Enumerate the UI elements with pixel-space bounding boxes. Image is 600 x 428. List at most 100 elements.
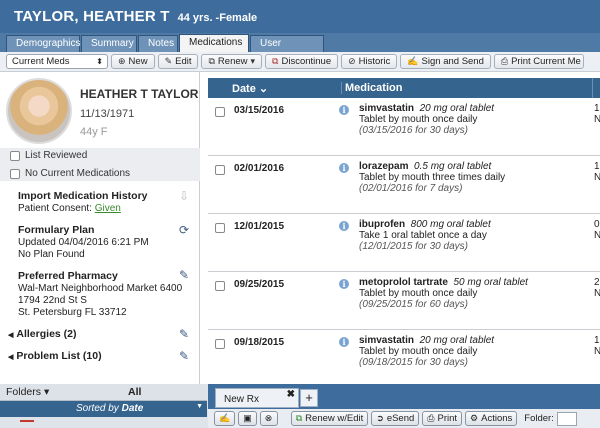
tab-notes[interactable]: Notes <box>138 35 178 52</box>
allergies-label: Allergies (2) <box>16 328 77 340</box>
print-current-button[interactable]: ⎙ Print Current Me <box>493 54 584 69</box>
save-icon: ▣ <box>243 413 252 423</box>
renew-edit-label: Renew w/Edit <box>305 413 364 424</box>
table-row[interactable]: 02/01/2016 i lorazepam 0.5 mg oral table… <box>208 156 600 214</box>
row-checkbox[interactable] <box>215 107 225 117</box>
problem-list-toggle[interactable]: ◀ Problem List (10) <box>8 350 102 362</box>
close-icon[interactable]: ✖ <box>287 389 295 400</box>
renew-icon: ⧉ <box>208 56 215 66</box>
row-date: 09/18/2015 <box>234 337 285 348</box>
chart-tabs: Demographics Summary Notes Medications U… <box>0 33 600 65</box>
row-extra-2: N <box>594 114 600 125</box>
medication-column-header[interactable]: Medication <box>341 82 402 94</box>
list-reviewed-label: List Reviewed <box>25 150 88 161</box>
info-icon[interactable]: i <box>339 337 349 347</box>
add-tab-button[interactable]: + <box>300 389 318 407</box>
edit-button-label: Edit <box>175 56 192 67</box>
row-extra: 1N <box>594 335 600 357</box>
sign-button[interactable]: ✍ <box>214 411 236 426</box>
sort-chevron-icon: ⌄ <box>258 83 269 95</box>
tab-demographics[interactable]: Demographics <box>6 35 80 52</box>
pharmacy-section: Preferred Pharmacy Wal-Mart Neighborhood… <box>18 270 182 319</box>
refresh-icon[interactable]: ⟳ <box>179 223 189 237</box>
printer-icon: ⎙ <box>500 56 509 66</box>
tab-new-rx[interactable]: New Rx ✖ <box>215 388 299 408</box>
save-button[interactable]: ▣ <box>238 411 257 426</box>
sort-label: Sorted by Date <box>76 403 143 414</box>
info-icon[interactable]: i <box>339 279 349 289</box>
all-filter[interactable]: All <box>128 386 141 398</box>
drug-duration: (09/25/2015 for 60 days) <box>359 299 468 310</box>
print-label: Print <box>437 413 458 424</box>
bottom-panel: Folders ▾ All Sorted by Date ▼ New Rx ✖ … <box>0 384 600 428</box>
edit-pharmacy-pencil-icon[interactable]: ✎ <box>179 268 189 282</box>
drug-dose: 20 mg oral tablet <box>419 335 495 346</box>
date-column-header[interactable]: Date ⌄ <box>232 82 268 95</box>
row-checkbox[interactable] <box>215 281 225 291</box>
row-extra-1: 1 <box>594 335 600 346</box>
list-reviewed-checkbox[interactable]: List Reviewed <box>10 150 87 161</box>
consent-link[interactable]: Given <box>95 203 121 214</box>
folders-dropdown[interactable]: Folders ▾ <box>6 386 49 398</box>
sort-bar[interactable]: Sorted by Date ▼ <box>0 401 207 417</box>
new-button[interactable]: ⊕ New <box>111 54 155 69</box>
drug-name: ibuprofen <box>359 219 406 230</box>
print-button[interactable]: ⎙ Print <box>422 411 463 426</box>
drug-name: metoprolol tartrate <box>359 277 448 288</box>
medications-grid: Date ⌄ Medication 03/15/2016 i simvastat… <box>208 78 600 384</box>
checkbox-box[interactable] <box>10 150 20 161</box>
formulary-status: No Plan Found <box>18 249 85 260</box>
allergies-toggle[interactable]: ◀ Allergies (2) <box>8 328 77 340</box>
formulary-title: Formulary Plan <box>18 224 95 236</box>
tab-summary[interactable]: Summary <box>81 35 137 52</box>
edit-button[interactable]: ✎ Edit <box>157 54 199 69</box>
sign-send-button[interactable]: ✍ Sign and Send <box>400 54 491 69</box>
edit-problems-pencil-icon[interactable]: ✎ <box>179 349 189 363</box>
drug-sig: Take 1 oral tablet once a day <box>359 230 487 241</box>
medications-toolbar: Current Meds ⬍ ⊕ New ✎ Edit ⧉ Renew ▾ ⧉ … <box>0 52 600 72</box>
import-icon[interactable]: ⇩ <box>179 189 189 203</box>
row-extra-2: N <box>594 230 600 241</box>
import-history-title: Import Medication History <box>18 190 148 202</box>
rx-pane: New Rx ✖ + ✍ ▣ ⊗ ⧉ Renew w/Edit ➲ eSend ⎙ P… <box>208 384 600 428</box>
info-icon[interactable]: i <box>339 163 349 173</box>
problem-list-label: Problem List (10) <box>16 350 102 362</box>
pharmacy-name: Wal-Mart Neighborhood Market 6400 <box>18 283 183 294</box>
folder-input[interactable] <box>556 411 577 426</box>
row-extra-1: 0 <box>594 219 600 230</box>
table-row[interactable]: 09/18/2015 i simvastatin 20 mg oral tabl… <box>208 330 600 388</box>
row-checkbox[interactable] <box>215 165 225 175</box>
folder-marker <box>20 420 34 428</box>
med-filter-select[interactable]: Current Meds ⬍ <box>6 54 108 69</box>
table-row[interactable]: 12/01/2015 i ibuprofen 800 mg oral table… <box>208 214 600 272</box>
table-row[interactable]: 03/15/2016 i simvastatin 20 mg oral tabl… <box>208 98 600 156</box>
row-checkbox[interactable] <box>215 339 225 349</box>
drug-sig: Tablet by mouth once daily <box>359 288 478 299</box>
actions-button[interactable]: ⚙ Actions <box>465 411 518 426</box>
table-row[interactable]: 09/25/2015 i metoprolol tartrate 50 mg o… <box>208 272 600 330</box>
row-medication: ibuprofen 800 mg oral tablet Take 1 oral… <box>359 219 491 252</box>
discontinue-button[interactable]: ⧉ Discontinue <box>265 54 339 69</box>
checkbox-box[interactable] <box>10 168 20 179</box>
tab-user-defined[interactable]: User Defined <box>250 35 324 65</box>
row-medication: simvastatin 20 mg oral tablet Tablet by … <box>359 335 494 368</box>
drug-duration: (02/01/2016 for 7 days) <box>359 183 463 194</box>
no-current-meds-label: No Current Medications <box>25 168 131 179</box>
drug-sig: Tablet by mouth once daily <box>359 114 478 125</box>
renew-edit-button[interactable]: ⧉ Renew w/Edit <box>290 411 369 426</box>
no-current-meds-checkbox[interactable]: No Current Medications <box>10 168 130 179</box>
row-extra: 1N <box>594 161 600 183</box>
historic-button[interactable]: ⊘ Historic <box>341 54 398 69</box>
renew-button[interactable]: ⧉ Renew ▾ <box>201 54 263 69</box>
info-icon[interactable]: i <box>339 221 349 231</box>
cancel-button[interactable]: ⊗ <box>259 411 278 426</box>
new-rx-label: New Rx <box>224 394 260 405</box>
row-extra-1: 1 <box>594 103 600 114</box>
esend-button[interactable]: ➲ eSend <box>371 411 420 426</box>
discontinue-button-label: Discontinue <box>281 56 332 67</box>
edit-allergies-pencil-icon[interactable]: ✎ <box>179 327 189 341</box>
tab-medications[interactable]: Medications <box>179 34 249 52</box>
row-checkbox[interactable] <box>215 223 225 233</box>
discontinue-icon: ⧉ <box>272 56 279 66</box>
info-icon[interactable]: i <box>339 105 349 115</box>
